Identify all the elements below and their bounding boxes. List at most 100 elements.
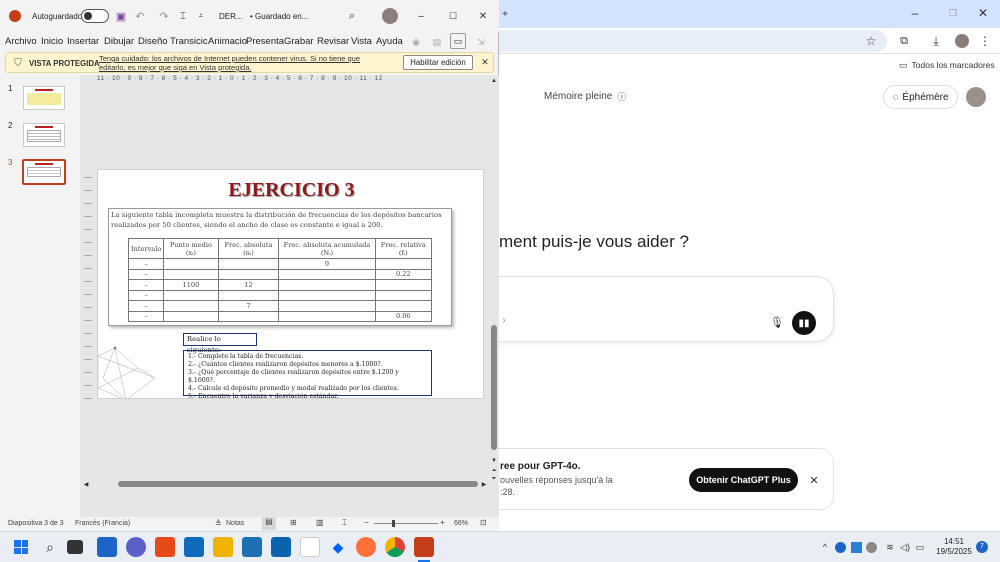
- minimize-icon[interactable]: –: [905, 4, 925, 22]
- zoom-slider-thumb[interactable]: [392, 520, 395, 527]
- clock[interactable]: 14:51 19/5/2025: [934, 537, 974, 557]
- get-plus-button[interactable]: Obtenir ChatGPT Plus: [689, 468, 798, 492]
- account-avatar[interactable]: [382, 8, 398, 24]
- ribbon-tab-0[interactable]: Archivo: [5, 33, 37, 51]
- ribbon-tab-5[interactable]: Transicic: [170, 33, 208, 51]
- bookmarks-bar-item[interactable]: ▭ Todos los marcadores: [899, 59, 999, 71]
- address-bar[interactable]: ☆: [499, 30, 887, 52]
- tray-app-icon-2[interactable]: [851, 542, 862, 553]
- search-icon[interactable]: ⌕: [345, 8, 359, 24]
- ribbon-tab-1[interactable]: Inicio: [41, 33, 63, 51]
- tray-app-icon-3[interactable]: [866, 542, 877, 553]
- normal-view-icon[interactable]: ▤: [262, 517, 276, 530]
- wifi-icon[interactable]: ≋: [884, 540, 896, 554]
- outlook-classic-icon[interactable]: [184, 537, 204, 557]
- scroll-down-icon[interactable]: ▼: [491, 457, 497, 465]
- vertical-scroll-thumb[interactable]: [491, 325, 497, 450]
- notes-button[interactable]: Notas: [226, 520, 244, 527]
- ribbon-tab-3[interactable]: Dibujar: [104, 33, 134, 51]
- firefox-icon[interactable]: [356, 537, 376, 557]
- notes-icon[interactable]: ≜: [215, 519, 222, 528]
- chrome-menu-icon[interactable]: ⋮: [977, 31, 993, 51]
- user-avatar[interactable]: [966, 87, 986, 107]
- microphone-icon[interactable]: 🎙: [768, 313, 786, 331]
- zoom-level[interactable]: 66%: [454, 520, 468, 527]
- profile-avatar[interactable]: [955, 34, 969, 48]
- app-icon[interactable]: [300, 537, 320, 557]
- redo-icon[interactable]: ↷: [157, 9, 171, 23]
- start-icon[interactable]: [11, 537, 31, 557]
- slide-thumbnail-3-selected[interactable]: [22, 159, 66, 185]
- file-explorer-icon[interactable]: [213, 537, 233, 557]
- ribbon-tab-11[interactable]: Ayuda: [376, 33, 403, 51]
- slide-sorter-icon[interactable]: ⊞: [290, 518, 297, 527]
- protected-msg-line-2[interactable]: editarlo, es mejor que siga en Vista pro…: [99, 63, 251, 72]
- new-tab-plus-icon[interactable]: +: [499, 6, 511, 22]
- comments-icon[interactable]: ▭: [450, 33, 466, 49]
- battery-icon[interactable]: ▭: [914, 540, 926, 554]
- ribbon-tab-9[interactable]: Revisar: [317, 33, 349, 51]
- horizontal-scroll-thumb[interactable]: [118, 481, 478, 487]
- scroll-right-icon[interactable]: ▶: [480, 480, 488, 488]
- store-icon[interactable]: [242, 537, 262, 557]
- language-status[interactable]: Francés (Francia): [75, 520, 130, 527]
- slide-thumbnail-1[interactable]: [23, 86, 65, 110]
- zoom-slider[interactable]: [374, 520, 438, 527]
- ribbon-tab-6[interactable]: Animacio: [208, 33, 247, 51]
- current-slide[interactable]: EJERCICIO 3 La siguiente tabla incomplet…: [97, 169, 484, 399]
- ppt-minimize-icon[interactable]: –: [414, 8, 428, 24]
- memory-status[interactable]: Mémoire pleine ⓘ: [544, 90, 626, 103]
- promo-close-icon[interactable]: ✕: [806, 471, 822, 489]
- powerpoint-taskbar-icon[interactable]: [414, 537, 434, 557]
- horizontal-scrollbar[interactable]: ◀ ▶: [82, 478, 490, 490]
- zoom-in-icon[interactable]: +: [440, 518, 445, 527]
- autosave-toggle[interactable]: [81, 9, 109, 23]
- next-slide-icon[interactable]: ⏷: [491, 475, 497, 483]
- extensions-icon[interactable]: ⧉: [895, 31, 913, 51]
- ribbon-tab-7[interactable]: Presenta: [246, 33, 284, 51]
- widgets-icon[interactable]: [97, 537, 117, 557]
- dismiss-bar-icon[interactable]: ✕: [479, 55, 491, 70]
- notification-badge[interactable]: 7: [976, 541, 988, 553]
- customize-toolbar-icon[interactable]: ⩡: [196, 9, 206, 23]
- close-icon[interactable]: ✕: [973, 4, 993, 22]
- task-view-icon[interactable]: [67, 540, 83, 554]
- temporary-chat-button[interactable]: ◌ Éphémère: [883, 85, 958, 109]
- undo-icon[interactable]: ↶: [133, 9, 147, 23]
- ribbon-tab-10[interactable]: Vista: [351, 33, 372, 51]
- protected-msg-line-1[interactable]: Tenga cuidado: los archivos de Internet …: [99, 54, 360, 63]
- outlook-icon[interactable]: [271, 537, 291, 557]
- enable-editing-button[interactable]: Habilitar edición: [403, 55, 473, 70]
- download-icon[interactable]: ⤓: [927, 31, 945, 51]
- reading-view-icon[interactable]: ▥: [316, 518, 324, 527]
- office-icon[interactable]: [155, 537, 175, 557]
- volume-icon[interactable]: ◁): [899, 540, 911, 554]
- chat-input-box[interactable]: › 🎙 ▮▮: [489, 276, 834, 342]
- zoom-out-icon[interactable]: −: [364, 518, 369, 527]
- vertical-scrollbar[interactable]: ▲ ▼ ⏶ ⏷: [491, 78, 497, 483]
- slideshow-icon[interactable]: ⌶: [342, 518, 347, 528]
- ribbon-tab-8[interactable]: Grabar: [284, 33, 314, 51]
- search-taskbar-icon[interactable]: ⌕: [40, 537, 60, 557]
- prev-slide-icon[interactable]: ⏶: [491, 467, 497, 475]
- scroll-left-icon[interactable]: ◀: [82, 480, 90, 488]
- attach-icon[interactable]: ›: [500, 313, 508, 327]
- save-status[interactable]: • Guardado en...: [250, 12, 308, 21]
- ppt-close-icon[interactable]: ✕: [476, 8, 490, 24]
- ribbon-tab-2[interactable]: Insertar: [67, 33, 99, 51]
- save-icon[interactable]: ▣: [114, 9, 128, 23]
- show-hidden-icons[interactable]: ^: [820, 540, 830, 554]
- chrome-icon[interactable]: [385, 537, 405, 557]
- teams-icon[interactable]: [126, 537, 146, 557]
- slide-thumbnail-2[interactable]: [23, 123, 65, 147]
- bookmark-star-icon[interactable]: ☆: [863, 32, 879, 50]
- ribbon-tab-4[interactable]: Diseño: [138, 33, 168, 51]
- voice-mode-icon[interactable]: ▮▮: [792, 311, 816, 335]
- restore-icon[interactable]: ❐: [943, 4, 963, 22]
- present-icon[interactable]: ⌶: [176, 9, 190, 23]
- ppt-maximize-icon[interactable]: ☐: [446, 8, 460, 24]
- tray-app-icon-1[interactable]: [835, 542, 846, 553]
- scroll-up-icon[interactable]: ▲: [491, 77, 497, 85]
- fit-slide-icon[interactable]: ⊡: [480, 518, 487, 527]
- dropbox-icon[interactable]: ◆: [328, 537, 348, 557]
